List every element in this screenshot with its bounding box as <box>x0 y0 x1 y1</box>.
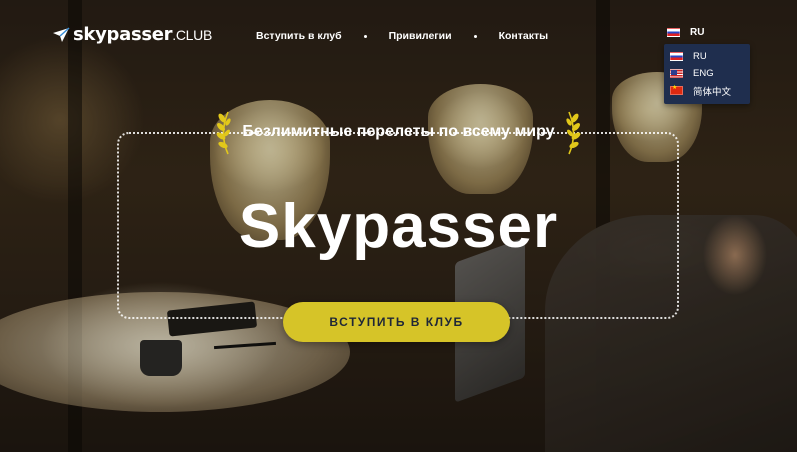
site-header: skypasser.CLUB Вступить в клуб Привилеги… <box>0 0 797 104</box>
join-club-button[interactable]: ВСТУПИТЬ В КЛУБ <box>283 302 510 342</box>
language-selector[interactable]: RU <box>667 27 704 38</box>
logo[interactable]: skypasser.CLUB <box>52 24 212 45</box>
language-option-label: ENG <box>693 68 714 79</box>
language-option-cn[interactable]: 简体中文 <box>664 82 750 99</box>
logo-suffix: .CLUB <box>172 27 213 43</box>
laurel-left-icon <box>216 108 232 156</box>
logo-text: skypasser.CLUB <box>73 24 213 45</box>
nav-item-contacts[interactable]: Контакты <box>499 30 549 42</box>
nav-separator <box>363 34 367 38</box>
flag-us-icon <box>670 69 683 78</box>
hero-tagline: Безлимитные перелеты по всему миру <box>242 123 555 140</box>
tagline-row: Безлимитные перелеты по всему миру <box>0 108 797 156</box>
language-option-eng[interactable]: ENG <box>664 65 750 82</box>
pen <box>213 341 277 350</box>
current-language-label: RU <box>690 27 705 38</box>
flag-ru-icon <box>670 52 683 61</box>
laurel-right-icon <box>565 108 581 156</box>
language-dropdown: RU ENG 简体中文 <box>664 44 750 104</box>
flag-cn-icon <box>670 84 683 95</box>
language-option-label: RU <box>693 51 707 62</box>
main-nav: Вступить в клуб Привилегии Контакты <box>256 30 548 42</box>
coffee-mug <box>140 340 182 376</box>
nav-item-privileges[interactable]: Привилегии <box>389 30 452 42</box>
language-option-label: 简体中文 <box>693 86 732 98</box>
hero-headline: Skypasser <box>238 192 559 261</box>
flag-ru-icon <box>667 28 680 37</box>
nav-separator <box>473 34 477 38</box>
plane-logo-icon <box>53 26 70 42</box>
nav-item-join[interactable]: Вступить в клуб <box>256 30 342 42</box>
language-option-ru[interactable]: RU <box>664 48 750 65</box>
